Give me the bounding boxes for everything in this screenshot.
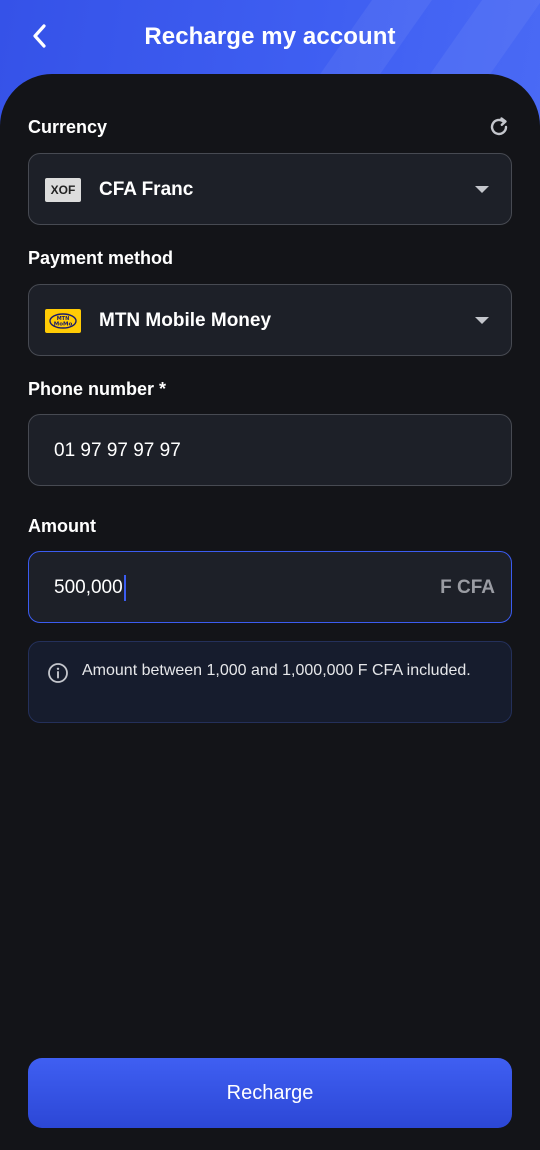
svg-text:MoMo: MoMo	[54, 322, 73, 328]
chevron-down-icon	[475, 186, 489, 193]
amount-unit: F CFA	[440, 577, 495, 598]
mtn-momo-logo: MTN MoMo	[45, 309, 81, 333]
currency-select[interactable]: XOF CFA Franc	[28, 153, 512, 225]
currency-badge: XOF	[45, 178, 81, 202]
amount-label: Amount	[28, 516, 96, 536]
page-title: Recharge my account	[144, 23, 396, 50]
phone-number-value: 01 97 97 97 97	[54, 440, 181, 461]
app-header: Recharge my account	[0, 0, 540, 74]
phone-number-input[interactable]: 01 97 97 97 97	[28, 414, 512, 486]
chevron-down-icon	[475, 317, 489, 324]
payment-method-label: Payment method	[28, 248, 174, 268]
text-cursor	[123, 575, 126, 601]
currency-label: Currency	[28, 117, 108, 137]
amount-value: 500,000	[54, 577, 123, 598]
phone-number-label: Phone number *	[28, 379, 167, 399]
amount-input[interactable]: 500,000 F CFA	[28, 551, 512, 623]
currency-value: CFA Franc	[99, 179, 194, 200]
payment-method-value: MTN Mobile Money	[99, 310, 272, 331]
recharge-button[interactable]: Recharge	[28, 1058, 512, 1128]
payment-method-select[interactable]: MTN MoMo MTN Mobile Money	[28, 284, 512, 356]
refresh-button[interactable]	[484, 112, 514, 142]
chevron-left-icon	[33, 24, 46, 48]
amount-value-wrap: 500,000	[54, 552, 126, 624]
amount-info-text: Amount between 1,000 and 1,000,000 F CFA…	[82, 662, 471, 679]
refresh-icon	[490, 117, 508, 136]
back-button[interactable]	[22, 18, 58, 54]
info-icon	[48, 663, 68, 683]
amount-info-box: Amount between 1,000 and 1,000,000 F CFA…	[28, 641, 512, 723]
